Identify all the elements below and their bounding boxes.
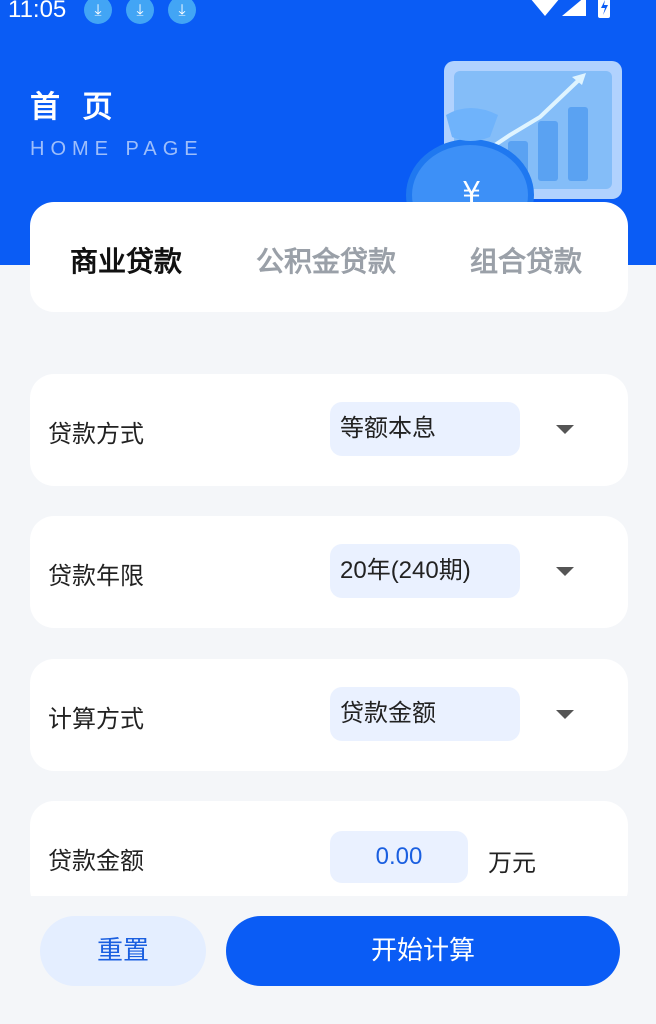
page-title: 首 页 <box>30 90 119 125</box>
chevron-down-icon[interactable] <box>556 567 574 576</box>
tab-combined-loan[interactable]: 组合贷款 <box>470 240 582 280</box>
bottom-action-bar: 重置 开始计算 <box>0 896 656 1024</box>
calc-method-row: 计算方式 贷款金额 <box>30 659 628 771</box>
loan-method-select[interactable]: 等额本息 <box>330 402 520 456</box>
loan-amount-label: 贷款金额 <box>48 847 144 875</box>
loan-type-tabs: 商业贷款 公积金贷款 组合贷款 <box>30 202 628 312</box>
download-icon: ⤓ <box>168 0 196 24</box>
loan-method-label: 贷款方式 <box>48 420 144 448</box>
money-bag-chart-illustration: ¥ <box>406 61 622 205</box>
calculate-button[interactable]: 开始计算 <box>226 916 620 986</box>
wifi-icon <box>531 0 559 16</box>
loan-term-label: 贷款年限 <box>48 562 144 590</box>
tab-provident-fund-loan[interactable]: 公积金贷款 <box>256 240 396 280</box>
reset-button[interactable]: 重置 <box>40 916 206 986</box>
svg-text:¥: ¥ <box>462 176 481 205</box>
calc-method-select[interactable]: 贷款金额 <box>330 687 520 741</box>
loan-amount-input[interactable]: 0.00 <box>330 831 468 883</box>
loan-term-row: 贷款年限 20年(240期) <box>30 516 628 628</box>
download-icon: ⤓ <box>84 0 112 24</box>
download-icon: ⤓ <box>126 0 154 24</box>
loan-amount-unit: 万元 <box>488 849 536 877</box>
status-bar: 11:05 ⤓ ⤓ ⤓ <box>0 0 656 24</box>
page-subtitle: HOME PAGE <box>30 138 204 160</box>
calc-method-label: 计算方式 <box>48 705 144 733</box>
status-time: 11:05 <box>8 0 67 23</box>
status-right-icons <box>531 0 610 18</box>
tab-commercial-loan[interactable]: 商业贷款 <box>70 240 182 280</box>
chevron-down-icon[interactable] <box>556 425 574 434</box>
chevron-down-icon[interactable] <box>556 710 574 719</box>
loan-term-select[interactable]: 20年(240期) <box>330 544 520 598</box>
loan-method-row: 贷款方式 等额本息 <box>30 374 628 486</box>
signal-icon <box>562 0 586 16</box>
